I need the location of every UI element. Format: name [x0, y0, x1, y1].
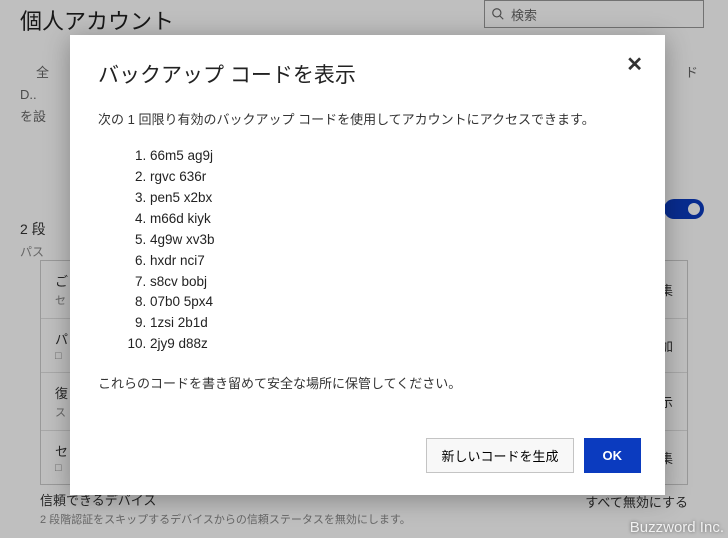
backup-code: pen5 x2bx: [150, 188, 637, 209]
backup-code: s8cv bobj: [150, 272, 637, 293]
watermark: Buzzword Inc.: [630, 519, 724, 536]
backup-code: 1zsi 2b1d: [150, 313, 637, 334]
backup-codes-modal: ✕ バックアップ コードを表示 次の 1 回限り有効のバックアップ コードを使用…: [70, 35, 665, 495]
modal-title: バックアップ コードを表示: [98, 59, 637, 89]
backup-code-list: 66m5 ag9j rgvc 636r pen5 x2bx m66d kiyk …: [98, 146, 637, 355]
backup-code: m66d kiyk: [150, 209, 637, 230]
backup-code: hxdr nci7: [150, 251, 637, 272]
backup-code: rgvc 636r: [150, 167, 637, 188]
modal-note: これらのコードを書き留めて安全な場所に保管してください。: [98, 373, 637, 392]
modal-button-row: 新しいコードを生成 OK: [426, 438, 641, 473]
regenerate-codes-button[interactable]: 新しいコードを生成: [426, 438, 573, 473]
modal-description: 次の 1 回限り有効のバックアップ コードを使用してアカウントにアクセスできます…: [98, 109, 637, 128]
backup-code: 66m5 ag9j: [150, 146, 637, 167]
ok-button[interactable]: OK: [584, 438, 642, 473]
backup-code: 07b0 5px4: [150, 292, 637, 313]
close-icon[interactable]: ✕: [626, 55, 643, 75]
backup-code: 2jy9 d88z: [150, 334, 637, 355]
backup-code: 4g9w xv3b: [150, 230, 637, 251]
